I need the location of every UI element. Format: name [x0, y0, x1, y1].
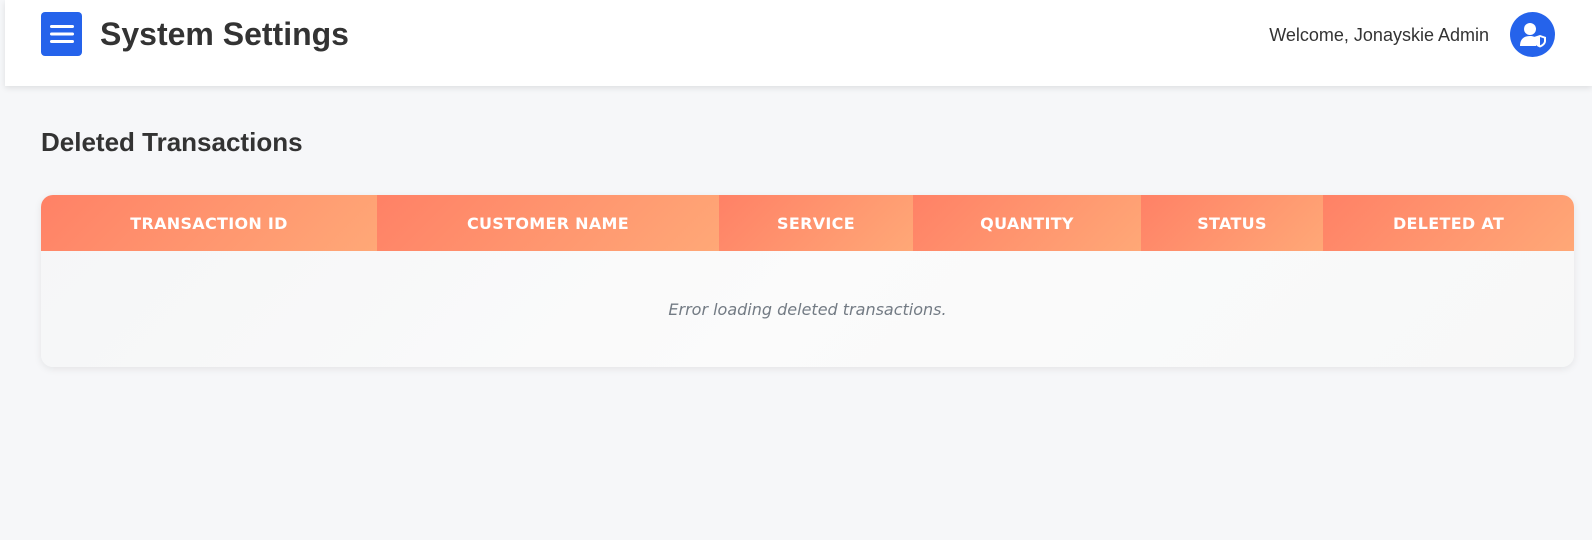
deleted-transactions-table: TRANSACTION ID CUSTOMER NAME SERVICE QUA… [41, 195, 1574, 367]
column-header-quantity[interactable]: QUANTITY [913, 195, 1141, 251]
user-avatar-button[interactable] [1510, 12, 1555, 57]
menu-button[interactable] [41, 12, 82, 56]
user-shield-icon [1519, 22, 1546, 47]
column-header-deleted-at[interactable]: DELETED AT [1323, 195, 1574, 251]
error-message: Error loading deleted transactions. [668, 299, 947, 319]
hamburger-menu-icon [49, 25, 74, 43]
column-header-customer-name[interactable]: CUSTOMER NAME [377, 195, 719, 251]
table-row: Error loading deleted transactions. [41, 251, 1574, 367]
column-header-service[interactable]: SERVICE [719, 195, 913, 251]
column-header-status[interactable]: STATUS [1141, 195, 1323, 251]
table-header-row: TRANSACTION ID CUSTOMER NAME SERVICE QUA… [41, 195, 1574, 251]
top-bar: System Settings Welcome, Jonayskie Admin [5, 0, 1592, 86]
welcome-text: Welcome, Jonayskie Admin [1269, 25, 1489, 45]
column-header-transaction-id[interactable]: TRANSACTION ID [41, 195, 377, 251]
section-title: Deleted Transactions [41, 127, 303, 157]
page-title: System Settings [100, 16, 349, 52]
